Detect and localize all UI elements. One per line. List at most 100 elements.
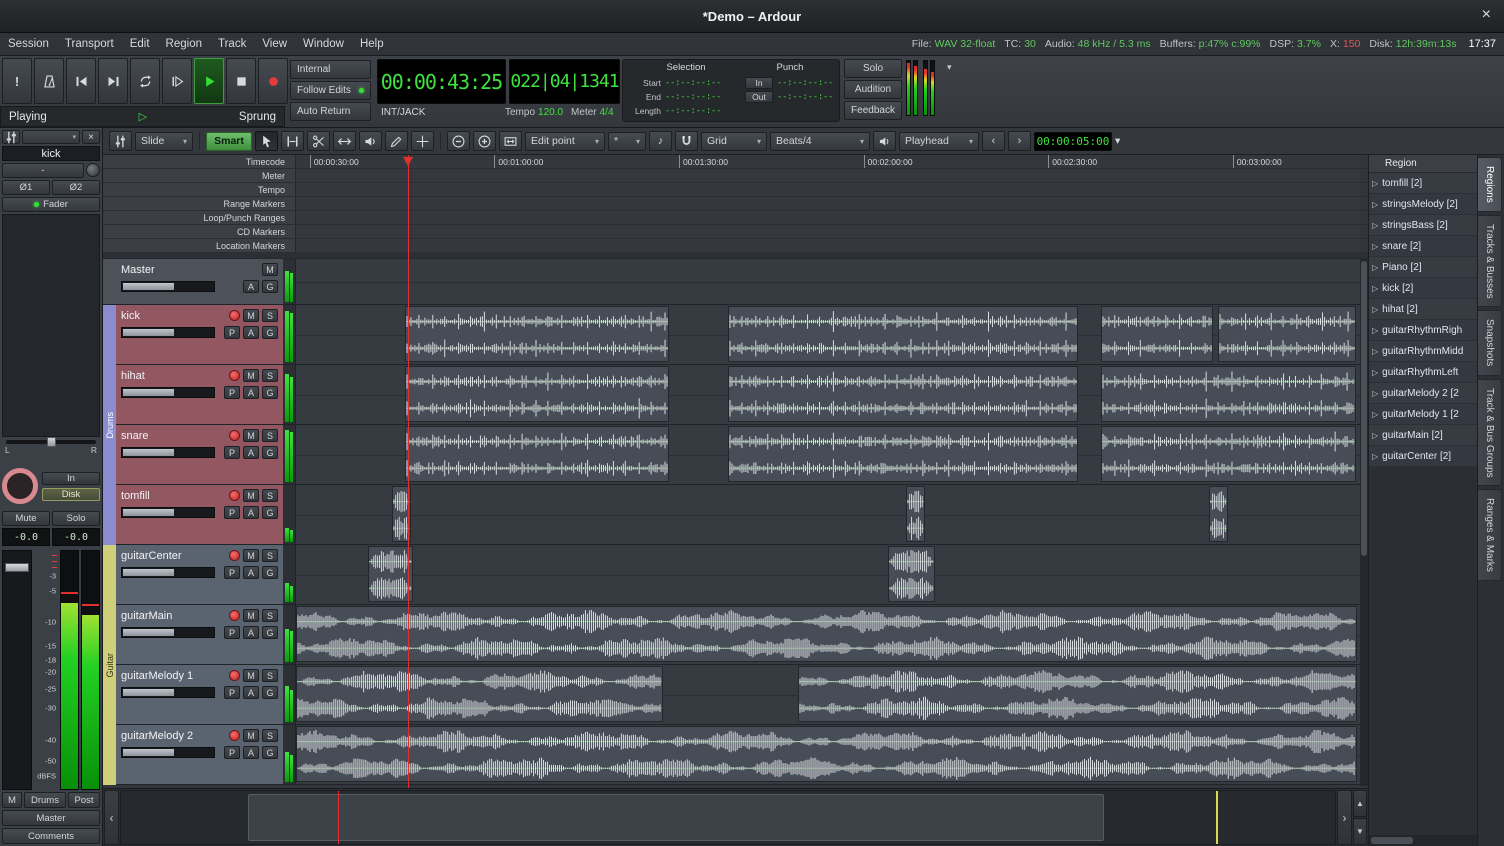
record-enable-button[interactable] bbox=[229, 670, 240, 681]
midi-panic-button[interactable]: ! bbox=[2, 58, 32, 104]
strip-selector-combo[interactable]: ▾ bbox=[22, 130, 80, 144]
fader-mode-button[interactable]: Fader bbox=[2, 197, 100, 212]
tomfill-s-button[interactable]: S bbox=[262, 489, 278, 502]
track-canvas[interactable] bbox=[296, 485, 1360, 544]
ruler-lane[interactable] bbox=[296, 239, 1360, 252]
snare-s-button[interactable]: S bbox=[262, 429, 278, 442]
track-canvas[interactable] bbox=[296, 725, 1360, 784]
guitarmain-m-button[interactable]: M bbox=[243, 609, 259, 622]
menu-item-region[interactable]: Region bbox=[166, 38, 202, 50]
grid-unit-combo[interactable]: Beats/4▾ bbox=[770, 132, 870, 151]
audio-region[interactable] bbox=[1218, 306, 1356, 362]
guitarmelody-2-a-button[interactable]: A bbox=[243, 746, 259, 759]
record-enable-button[interactable] bbox=[229, 370, 240, 381]
region-list-item[interactable]: ▷kick [2] bbox=[1369, 278, 1477, 299]
ruler-label[interactable]: Location Markers bbox=[103, 239, 296, 252]
audio-region[interactable] bbox=[1101, 306, 1213, 362]
guitarmelody-2-p-button[interactable]: P bbox=[224, 746, 240, 759]
guitarmelody-1-g-button[interactable]: G bbox=[262, 686, 278, 699]
smart-mode-toggle[interactable]: Smart bbox=[206, 132, 252, 151]
hscroll-thumb[interactable] bbox=[1371, 837, 1413, 844]
track-canvas[interactable] bbox=[296, 545, 1360, 604]
snap-mode-combo[interactable]: *▾ bbox=[608, 132, 646, 151]
guitarmelody-2-g-button[interactable]: G bbox=[262, 746, 278, 759]
kick-s-button[interactable]: S bbox=[262, 309, 278, 322]
menu-item-session[interactable]: Session bbox=[8, 38, 49, 50]
disk-monitor-button[interactable]: Disk bbox=[42, 488, 100, 501]
guitarcenter-p-button[interactable]: P bbox=[224, 566, 240, 579]
master-g-button[interactable]: G bbox=[262, 280, 278, 293]
region-list-item[interactable]: ▷guitarMelody 2 [2 bbox=[1369, 383, 1477, 404]
region-list-item[interactable]: ▷guitarRhythmLeft bbox=[1369, 362, 1477, 383]
ruler-lane[interactable] bbox=[296, 169, 1360, 182]
nudge-clock[interactable]: 00:00:05:00 bbox=[1034, 132, 1112, 151]
track-fader[interactable] bbox=[121, 747, 215, 758]
stretch-tool-button[interactable] bbox=[333, 131, 356, 151]
region-list-item[interactable]: ▷Piano [2] bbox=[1369, 257, 1477, 278]
ruler-label[interactable]: Tempo bbox=[103, 183, 296, 196]
region-list-item[interactable]: ▷guitarMelody 1 [2 bbox=[1369, 404, 1477, 425]
gain-fader[interactable] bbox=[2, 550, 32, 790]
track-header[interactable]: guitarMelody 2MSPAG bbox=[103, 725, 283, 784]
audio-region[interactable] bbox=[368, 546, 413, 602]
hihat-m-button[interactable]: M bbox=[243, 369, 259, 382]
side-tab-tracks-busses[interactable]: Tracks & Busses bbox=[1478, 215, 1502, 308]
snare-m-button[interactable]: M bbox=[243, 429, 259, 442]
nudge-right-button[interactable]: › bbox=[1008, 131, 1031, 151]
guitarmelody-1-s-button[interactable]: S bbox=[262, 669, 278, 682]
side-tab-track-bus-groups[interactable]: Track & Bus Groups bbox=[1478, 379, 1502, 487]
track-fader[interactable] bbox=[121, 687, 215, 698]
track-header[interactable]: tomfillMSPAG bbox=[103, 485, 283, 544]
pan-control[interactable]: L R bbox=[2, 439, 100, 461]
grab-tool-button[interactable] bbox=[255, 131, 278, 151]
grid-combo[interactable]: Grid▾ bbox=[701, 132, 767, 151]
guitarcenter-a-button[interactable]: A bbox=[243, 566, 259, 579]
secondary-clock[interactable]: 022|04|1341 bbox=[509, 59, 620, 104]
trim-control[interactable]: - bbox=[2, 163, 84, 178]
master-a-button[interactable]: A bbox=[243, 280, 259, 293]
snap-magnet-button[interactable] bbox=[675, 131, 698, 151]
solo-button[interactable]: Solo bbox=[844, 59, 902, 78]
guitarcenter-s-button[interactable]: S bbox=[262, 549, 278, 562]
tomfill-a-button[interactable]: A bbox=[243, 506, 259, 519]
primary-clock[interactable]: 00:00:43:25 bbox=[377, 59, 506, 104]
audio-region[interactable] bbox=[1209, 486, 1228, 542]
stop-button[interactable] bbox=[226, 58, 256, 104]
edit-tool-button[interactable] bbox=[411, 131, 434, 151]
loop-button[interactable] bbox=[130, 58, 160, 104]
edit-mode-combo[interactable]: Slide▾ bbox=[135, 132, 193, 151]
audio-region[interactable] bbox=[405, 306, 669, 362]
side-tab-ranges-marks[interactable]: Ranges & Marks bbox=[1478, 489, 1502, 581]
track-canvas[interactable] bbox=[296, 425, 1360, 484]
audio-region[interactable] bbox=[296, 726, 1357, 782]
guitarmain-s-button[interactable]: S bbox=[262, 609, 278, 622]
master-m-button[interactable]: M bbox=[262, 263, 278, 276]
phase-2-button[interactable]: Ø2 bbox=[52, 180, 100, 195]
track-fader[interactable] bbox=[121, 627, 215, 638]
kick-m-button[interactable]: M bbox=[243, 309, 259, 322]
record-enable-button[interactable] bbox=[229, 550, 240, 561]
guitarmain-a-button[interactable]: A bbox=[243, 626, 259, 639]
zoom-focus-combo[interactable]: Playhead▾ bbox=[899, 132, 979, 151]
playhead-marker[interactable] bbox=[403, 157, 413, 166]
zoom-out-button[interactable] bbox=[447, 131, 470, 151]
audition-tool-button[interactable] bbox=[359, 131, 382, 151]
ruler-label[interactable]: Timecode bbox=[103, 155, 296, 168]
track-header[interactable]: guitarMainMSPAG bbox=[103, 605, 283, 664]
follow-edits-button[interactable]: Follow Edits bbox=[290, 81, 371, 100]
ruler-label[interactable]: CD Markers bbox=[103, 225, 296, 238]
track-canvas[interactable] bbox=[296, 259, 1360, 304]
group-strip-guitar[interactable]: Guitar bbox=[103, 545, 116, 785]
guitarmelody-1-p-button[interactable]: P bbox=[224, 686, 240, 699]
strip-tab-m[interactable]: M bbox=[2, 792, 22, 808]
track-fader[interactable] bbox=[121, 447, 215, 458]
region-list-item[interactable]: ▷tomfill [2] bbox=[1369, 173, 1477, 194]
tempo-value[interactable]: 120.0 bbox=[538, 107, 563, 118]
record-enable-button[interactable] bbox=[229, 490, 240, 501]
gain-display[interactable]: -0.0 bbox=[2, 528, 50, 546]
region-list-item[interactable]: ▷hihat [2] bbox=[1369, 299, 1477, 320]
audio-region[interactable] bbox=[906, 486, 925, 542]
menu-item-track[interactable]: Track bbox=[218, 38, 246, 50]
cut-tool-button[interactable] bbox=[307, 131, 330, 151]
audio-region[interactable] bbox=[296, 606, 1357, 662]
